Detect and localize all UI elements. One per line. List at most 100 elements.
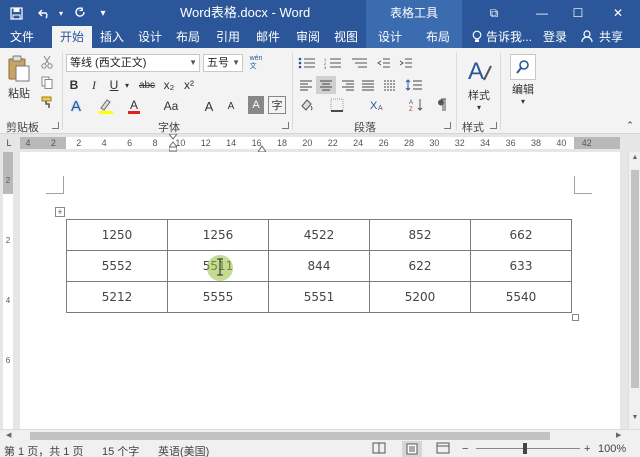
chinese-layout-icon[interactable]: XA bbox=[366, 96, 390, 114]
borders-icon[interactable] bbox=[326, 96, 348, 114]
tab-references[interactable]: 引用 bbox=[210, 26, 246, 48]
table-move-handle-icon[interactable]: + bbox=[55, 207, 65, 217]
chevron-down-icon[interactable]: ▾ bbox=[122, 76, 132, 94]
table-cell[interactable]: 662 bbox=[470, 219, 572, 251]
styles-dialog-launcher[interactable] bbox=[490, 122, 497, 129]
ribbon-display-options-icon[interactable]: ⧉ bbox=[478, 0, 510, 26]
multilevel-list-icon[interactable] bbox=[348, 54, 370, 72]
character-shading-button[interactable]: A bbox=[248, 96, 264, 114]
chevron-down-icon[interactable]: ▾ bbox=[470, 102, 488, 112]
tab-mailings[interactable]: 邮件 bbox=[250, 26, 286, 48]
table-cell[interactable]: 5212 bbox=[66, 281, 168, 313]
redo-icon[interactable] bbox=[70, 0, 90, 26]
copy-icon[interactable] bbox=[38, 74, 56, 90]
phonetic-guide-button[interactable]: wén 文 bbox=[247, 52, 265, 74]
vertical-scrollbar[interactable]: ▲ ▼ bbox=[628, 152, 640, 429]
align-left-icon[interactable] bbox=[296, 76, 316, 94]
bullets-icon[interactable] bbox=[296, 54, 318, 72]
minimize-icon[interactable]: — bbox=[526, 0, 558, 26]
zoom-slider[interactable] bbox=[476, 448, 580, 449]
zoom-level[interactable]: 100% bbox=[598, 443, 626, 455]
italic-button[interactable]: I bbox=[86, 76, 102, 94]
tab-layout[interactable]: 布局 bbox=[170, 26, 206, 48]
right-indent-marker-icon[interactable] bbox=[257, 142, 267, 153]
table-cell[interactable]: 622 bbox=[369, 250, 471, 282]
tab-view[interactable]: 视图 bbox=[328, 26, 364, 48]
tab-home[interactable]: 开始 bbox=[52, 26, 92, 48]
table-cell[interactable]: 852 bbox=[369, 219, 471, 251]
decrease-indent-icon[interactable] bbox=[374, 54, 394, 72]
show-formatting-marks-icon[interactable] bbox=[432, 96, 452, 114]
styles-button[interactable]: 样式 bbox=[462, 88, 496, 102]
enclose-characters-button[interactable]: 字 bbox=[268, 96, 286, 114]
search-icon[interactable] bbox=[510, 54, 536, 80]
superscript-button[interactable]: x² bbox=[180, 76, 198, 94]
table-cell[interactable]: 5200 bbox=[369, 281, 471, 313]
scroll-right-icon[interactable]: ▶ bbox=[616, 431, 626, 441]
align-center-icon[interactable] bbox=[316, 76, 336, 94]
paragraph-dialog-launcher[interactable] bbox=[444, 122, 451, 129]
underline-button[interactable]: U bbox=[106, 76, 122, 94]
zoom-out-button[interactable]: − bbox=[462, 443, 468, 455]
table-cell[interactable]: 844 bbox=[268, 250, 370, 282]
tab-insert[interactable]: 插入 bbox=[94, 26, 130, 48]
tab-review[interactable]: 审阅 bbox=[290, 26, 326, 48]
vertical-ruler[interactable]: 2 2 4 6 bbox=[0, 152, 16, 429]
font-size-select[interactable]: 五号 ▼ bbox=[203, 54, 243, 72]
table-cell[interactable]: 4522 bbox=[268, 219, 370, 251]
increase-indent-icon[interactable] bbox=[396, 54, 416, 72]
tab-table-layout[interactable]: 布局 bbox=[420, 26, 456, 48]
shrink-font-button[interactable]: A bbox=[222, 96, 240, 116]
customize-quick-access-icon[interactable]: ▾ bbox=[96, 0, 110, 26]
table-resize-handle[interactable] bbox=[572, 314, 579, 321]
scroll-left-icon[interactable]: ◀ bbox=[6, 431, 16, 441]
text-effects-button[interactable]: A bbox=[66, 96, 86, 116]
tab-table-design[interactable]: 设计 bbox=[372, 26, 408, 48]
tell-me-search[interactable]: 告诉我... bbox=[486, 26, 538, 48]
distributed-icon[interactable] bbox=[380, 76, 400, 94]
close-icon[interactable]: ✕ bbox=[602, 0, 634, 26]
save-icon[interactable] bbox=[6, 0, 26, 26]
bold-button[interactable]: B bbox=[66, 76, 82, 94]
subscript-button[interactable]: x₂ bbox=[160, 76, 178, 94]
language-indicator[interactable]: 英语(美国) bbox=[158, 443, 209, 457]
scrollbar-thumb[interactable] bbox=[631, 170, 639, 388]
paste-icon[interactable] bbox=[6, 54, 32, 84]
table-cell[interactable]: 1250 bbox=[66, 219, 168, 251]
page-count[interactable]: 第 1 页，共 1 页 bbox=[4, 443, 83, 457]
cut-icon[interactable] bbox=[38, 54, 56, 70]
numbering-icon[interactable]: 123 bbox=[322, 54, 344, 72]
tab-design[interactable]: 设计 bbox=[132, 26, 168, 48]
print-layout-icon[interactable] bbox=[402, 441, 422, 457]
tab-file[interactable]: 文件 bbox=[0, 26, 44, 48]
horizontal-ruler[interactable]: L 4 2 2 4 6 8 10 12 14 16 18 20 22 24 26 28 30 32 34 36 38 40… bbox=[0, 133, 640, 153]
scroll-down-icon[interactable]: ▼ bbox=[629, 414, 640, 424]
word-count[interactable]: 15 个字 bbox=[102, 443, 139, 457]
line-spacing-icon[interactable] bbox=[402, 76, 426, 94]
styles-gallery-icon[interactable]: A bbox=[462, 54, 496, 88]
paste-button[interactable]: 粘贴 bbox=[4, 86, 34, 100]
align-right-icon[interactable] bbox=[338, 76, 358, 94]
maximize-icon[interactable]: ☐ bbox=[562, 0, 594, 26]
shading-icon[interactable] bbox=[296, 96, 318, 114]
scrollbar-thumb[interactable] bbox=[30, 432, 550, 440]
collapse-ribbon-icon[interactable]: ⌃ bbox=[624, 120, 636, 130]
clipboard-dialog-launcher[interactable] bbox=[52, 122, 59, 129]
table-cell[interactable]: 5552 bbox=[66, 250, 168, 282]
read-mode-icon[interactable] bbox=[372, 442, 386, 457]
data-table[interactable]: 1250 1256 4522 852 662 5552 5511 844 622… bbox=[66, 219, 572, 313]
table-cell[interactable]: 5540 bbox=[470, 281, 572, 313]
table-cell[interactable]: 1256 bbox=[167, 219, 269, 251]
table-cell[interactable]: 5555 bbox=[167, 281, 269, 313]
font-color-icon[interactable]: A bbox=[124, 96, 144, 116]
chevron-down-icon[interactable]: ▾ bbox=[514, 96, 532, 106]
share-button[interactable]: 共享 bbox=[596, 26, 626, 48]
zoom-in-button[interactable]: + bbox=[584, 443, 590, 455]
table-cell[interactable]: 5551 bbox=[268, 281, 370, 313]
grow-font-button[interactable]: A bbox=[200, 96, 218, 116]
undo-icon[interactable] bbox=[34, 0, 56, 26]
font-dialog-launcher[interactable] bbox=[282, 122, 289, 129]
indent-marker-icon[interactable] bbox=[167, 133, 179, 152]
sort-icon[interactable]: AZ bbox=[406, 96, 428, 114]
font-name-select[interactable]: 等线 (西文正文) ▼ bbox=[66, 54, 200, 72]
